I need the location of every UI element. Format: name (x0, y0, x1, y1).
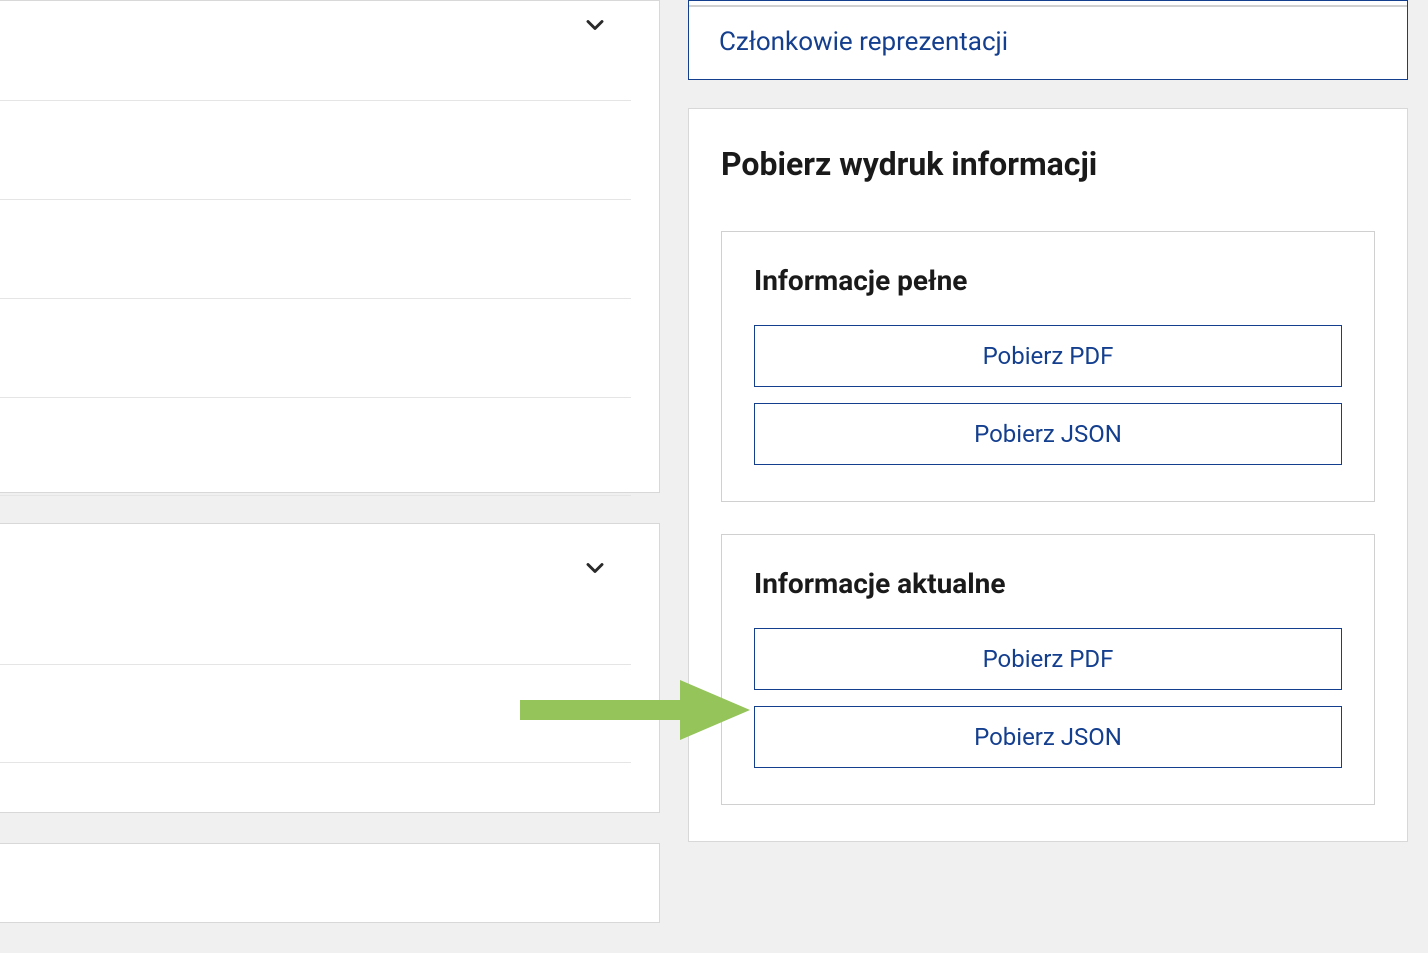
left-panel-bottom (0, 843, 660, 923)
download-section-full: Informacje pełne Pobierz PDF Pobierz JSO… (721, 231, 1375, 502)
download-section-current: Informacje aktualne Pobierz PDF Pobierz … (721, 534, 1375, 805)
expand-toggle[interactable] (581, 554, 609, 586)
arrow-indicator (520, 680, 750, 744)
left-panel-top (0, 0, 660, 493)
download-section-title: Informacje pełne (754, 264, 1342, 297)
download-section-title: Informacje aktualne (754, 567, 1342, 600)
download-pdf-full-button[interactable]: Pobierz PDF (754, 325, 1342, 387)
members-link[interactable]: Członkowie reprezentacji (719, 27, 1008, 57)
left-rows (0, 100, 659, 496)
chevron-down-icon (581, 554, 609, 582)
download-pdf-current-button[interactable]: Pobierz PDF (754, 628, 1342, 690)
left-column (0, 0, 660, 953)
list-item (0, 100, 631, 199)
navigation-panel: Członkowie reprezentacji (688, 0, 1408, 80)
download-json-current-button[interactable]: Pobierz JSON (754, 706, 1342, 768)
chevron-down-icon (581, 11, 609, 39)
download-panel: Pobierz wydruk informacji Informacje peł… (688, 108, 1408, 842)
download-json-full-button[interactable]: Pobierz JSON (754, 403, 1342, 465)
nav-row: Członkowie reprezentacji (689, 6, 1407, 79)
right-column: Członkowie reprezentacji Pobierz wydruk … (688, 0, 1408, 842)
expand-toggle[interactable] (581, 11, 609, 43)
list-item (0, 397, 631, 496)
arrow-right-icon (520, 680, 750, 740)
left-panel-middle (0, 523, 660, 813)
download-panel-title: Pobierz wydruk informacji (721, 145, 1375, 183)
list-item (0, 199, 631, 298)
list-item (0, 298, 631, 397)
